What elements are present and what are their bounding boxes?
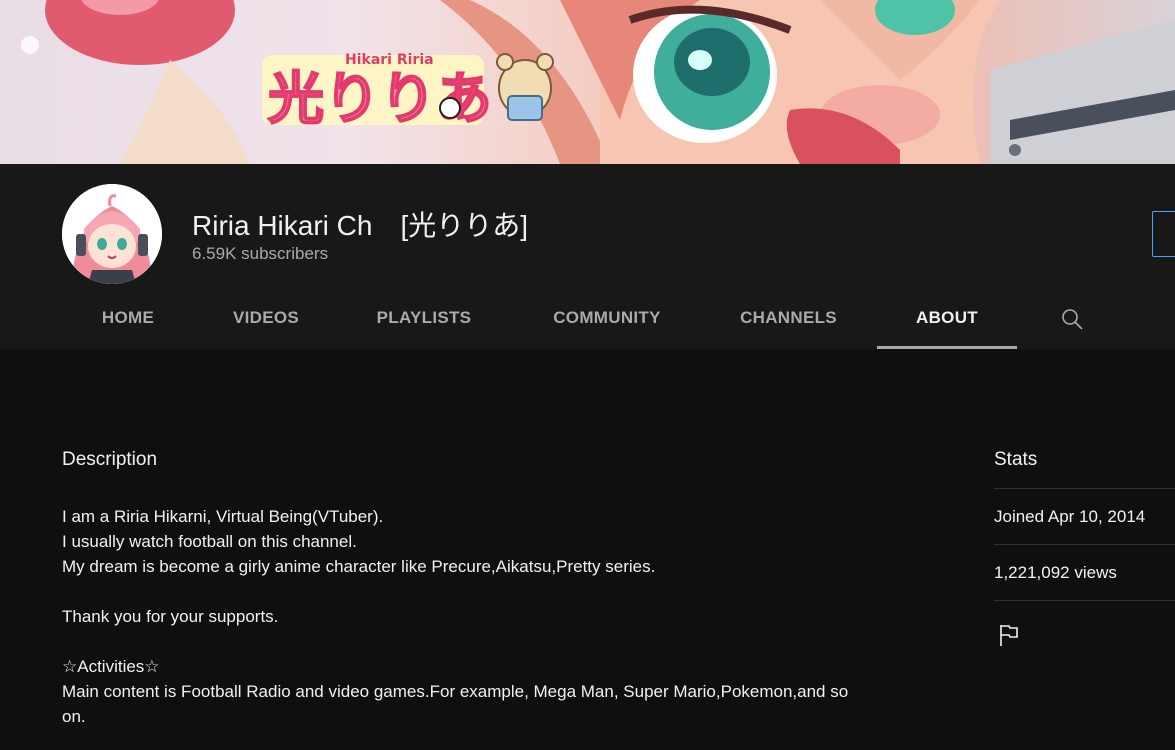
joined-date: Joined Apr 10, 2014 <box>994 488 1175 544</box>
channel-header: Riria Hikari Ch [光りりあ] 6.59K subscribers… <box>0 164 1175 349</box>
channel-banner: 光りりあ Hikari Riria <box>0 0 1175 164</box>
tab-about[interactable]: ABOUT <box>877 289 1017 349</box>
description-line: My dream is become a girly anime charact… <box>62 557 656 576</box>
description-line <box>62 629 872 654</box>
tab-home[interactable]: HOME <box>62 289 194 349</box>
channel-description: I am a Riria Hikarni, Virtual Being(VTub… <box>62 504 872 729</box>
view-count: 1,221,092 views <box>994 544 1175 600</box>
stats-title: Stats <box>994 449 1038 470</box>
stats-divider <box>994 600 1175 601</box>
channel-avatar[interactable] <box>62 184 162 284</box>
youtube-channel-about-page: 光りりあ Hikari Riria Riria Hikari Ch [光りりあ]… <box>0 0 1175 750</box>
about-content: Description I am a Riria Hikarni, Virtua… <box>0 349 1175 750</box>
svg-text:Hikari Riria: Hikari Riria <box>345 52 434 68</box>
tab-community[interactable]: COMMUNITY <box>522 289 692 349</box>
tab-playlists[interactable]: PLAYLISTS <box>348 289 500 349</box>
channel-name: Riria Hikari Ch [光りりあ] <box>192 210 529 241</box>
description-line: Thank you for your supports. <box>62 607 279 626</box>
description-line: Main content is Football Radio and video… <box>62 682 849 726</box>
channel-tabs: HOME VIDEOS PLAYLISTS COMMUNITY CHANNELS… <box>62 289 1175 349</box>
tab-channels[interactable]: CHANNELS <box>712 289 865 349</box>
description-line: I am a Riria Hikarni, Virtual Being(VTub… <box>62 507 384 526</box>
description-line: I usually watch football on this channel… <box>62 532 357 551</box>
banner-artwork: 光りりあ Hikari Riria <box>21 0 1175 164</box>
description-title: Description <box>62 449 158 470</box>
description-line: ☆Activities☆ <box>62 657 160 676</box>
description-line <box>62 579 872 604</box>
svg-text:光りりあ: 光りりあ <box>268 67 492 132</box>
subscribe-button[interactable] <box>1152 211 1175 257</box>
flag-icon[interactable] <box>998 623 1020 647</box>
search-icon[interactable] <box>1060 307 1084 331</box>
tab-videos[interactable]: VIDEOS <box>194 289 338 349</box>
avatar-image <box>62 184 162 284</box>
subscriber-count: 6.59K subscribers <box>192 244 329 263</box>
